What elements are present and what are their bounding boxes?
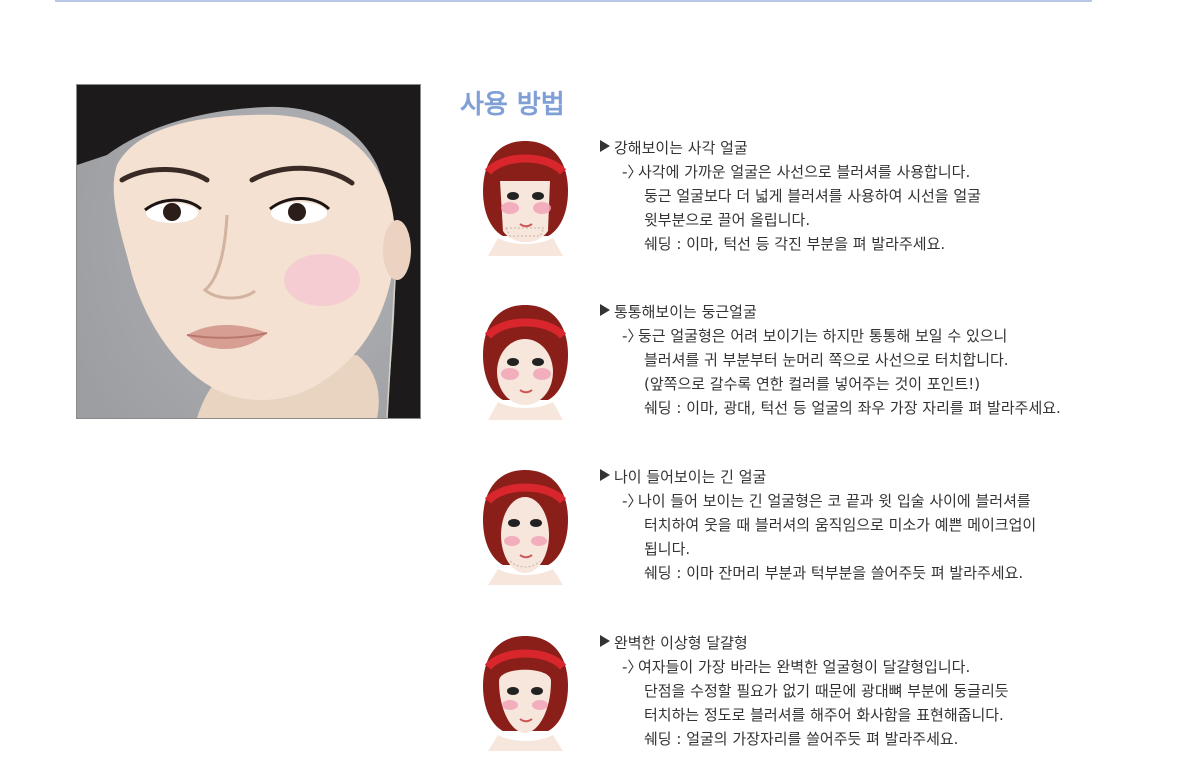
description-line: -〉여자들이 가장 바라는 완벽한 얼굴형이 달걀형입니다. — [600, 655, 1120, 679]
description-line: 둥근 얼굴보다 더 넓게 블러셔를 사용하여 시선을 얼굴 — [644, 187, 981, 205]
description-line: 됩니다. — [644, 540, 691, 558]
long-face-illustration — [478, 465, 573, 585]
face-type-text: 나이 들어보이는 긴 얼굴 -〉나이 들어 보이는 긴 얼굴형은 코 끝과 윗 … — [600, 465, 1120, 585]
top-divider — [55, 0, 1092, 2]
face-type-text: 완벽한 이상형 달걀형 -〉여자들이 가장 바라는 완벽한 얼굴형이 달걀형입니… — [600, 631, 1120, 751]
triangle-bullet-icon — [600, 304, 610, 316]
arrow-marker: -〉 — [622, 163, 643, 181]
oval-face-illustration — [478, 631, 573, 751]
description-line: 블러셔를 귀 부분부터 눈머리 쪽으로 사선으로 터치합니다. — [644, 351, 1009, 369]
section-title: 사용 방법 — [460, 90, 565, 120]
face-type-heading: 통통해보이는 둥근얼굴 — [600, 300, 1120, 324]
triangle-bullet-icon — [600, 469, 610, 481]
shading-tip: 쉐딩 : 이마 잔머리 부분과 턱부분을 쓸어주듯 펴 발라주세요. — [644, 564, 1024, 582]
description-line: 터치하여 웃을 때 블러셔의 움직임으로 미소가 예쁜 메이크업이 — [644, 516, 1037, 534]
description-line: -〉사각에 가까운 얼굴은 사선으로 블러셔를 사용합니다. — [600, 160, 1120, 184]
description-line: 단점을 수정할 필요가 없기 때문에 광대뼈 부분에 둥글리듯 — [644, 682, 1009, 700]
triangle-bullet-icon — [600, 140, 610, 152]
shading-tip: 쉐딩 : 이마, 턱선 등 각진 부분을 펴 발라주세요. — [644, 235, 946, 253]
description-line: -〉둥근 얼굴형은 어려 보이기는 하지만 통통해 보일 수 있으니 — [600, 324, 1120, 348]
description-line: -〉나이 들어 보이는 긴 얼굴형은 코 끝과 윗 입술 사이에 블러셔를 — [600, 489, 1120, 513]
square-face-illustration — [478, 136, 573, 256]
face-type-heading: 강해보이는 사각 얼굴 — [600, 136, 1120, 160]
triangle-bullet-icon — [600, 635, 610, 647]
shading-tip: 쉐딩 : 얼굴의 가장자리를 쓸어주듯 펴 발라주세요. — [644, 730, 959, 748]
description-line: (앞쪽으로 갈수록 연한 컬러를 넣어주는 것이 포인트!) — [644, 375, 981, 393]
face-type-text: 강해보이는 사각 얼굴 -〉사각에 가까운 얼굴은 사선으로 블러셔를 사용합니… — [600, 136, 1120, 256]
arrow-marker: -〉 — [622, 327, 643, 345]
description-line: 윗부분으로 끌어 올립니다. — [644, 211, 811, 229]
arrow-marker: -〉 — [622, 492, 643, 510]
model-photo — [76, 84, 421, 419]
face-type-text: 통통해보이는 둥근얼굴 -〉둥근 얼굴형은 어려 보이기는 하지만 통통해 보일… — [600, 300, 1120, 420]
description-line: 터치하는 정도로 블러셔를 해주어 화사함을 표현해줍니다. — [644, 706, 1004, 724]
shading-tip: 쉐딩 : 이마, 광대, 턱선 등 얼굴의 좌우 가장 자리를 펴 발라주세요. — [644, 399, 1061, 417]
round-face-illustration — [478, 300, 573, 420]
face-type-heading: 완벽한 이상형 달걀형 — [600, 631, 1120, 655]
face-type-heading: 나이 들어보이는 긴 얼굴 — [600, 465, 1120, 489]
arrow-marker: -〉 — [622, 658, 643, 676]
